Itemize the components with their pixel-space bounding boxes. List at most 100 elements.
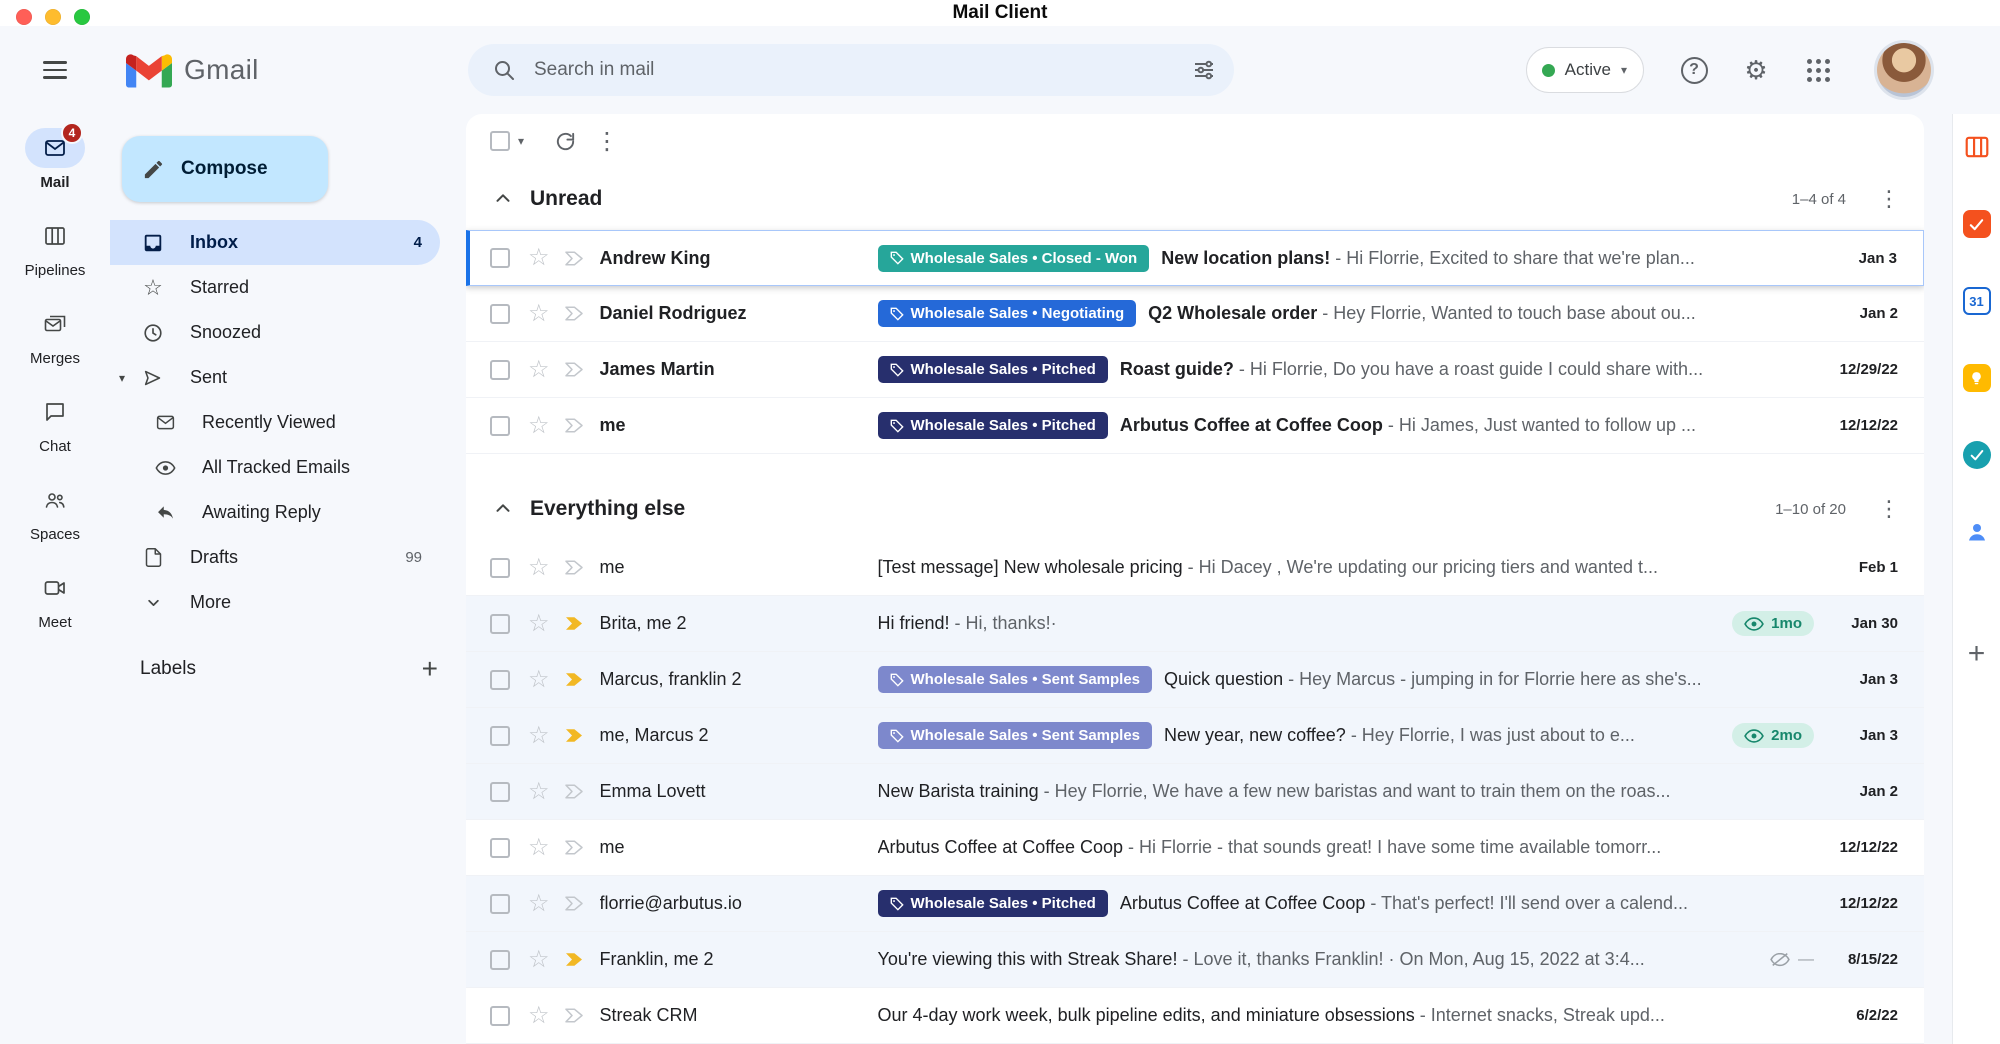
importance-marker-icon[interactable]: [564, 783, 584, 800]
pipeline-stage-badge[interactable]: Wholesale Sales • Sent Samples: [878, 666, 1153, 693]
rail-item-pipelines[interactable]: Pipelines: [25, 216, 86, 279]
tracking-status-dropdown[interactable]: Active ▾: [1526, 47, 1644, 93]
email-row[interactable]: ☆ Streak CRM Our 4-day work week, bulk p…: [466, 988, 1924, 1044]
star-icon[interactable]: ☆: [528, 612, 550, 636]
importance-marker-icon[interactable]: [564, 305, 584, 322]
search-bar[interactable]: [468, 44, 1234, 96]
importance-marker-icon[interactable]: [564, 1007, 584, 1024]
section-more-icon[interactable]: ⋮: [1876, 496, 1902, 522]
add-label-button[interactable]: +: [422, 655, 438, 683]
profile-avatar[interactable]: [1874, 40, 1934, 100]
compose-button[interactable]: Compose: [122, 136, 328, 202]
rail-item-meet[interactable]: Meet: [25, 568, 85, 631]
row-checkbox[interactable]: [490, 614, 510, 634]
search-icon[interactable]: [482, 48, 526, 92]
star-icon[interactable]: ☆: [528, 302, 550, 326]
star-icon[interactable]: ☆: [528, 246, 550, 270]
email-row[interactable]: ☆ Brita, me 2 Hi friend!- Hi, thanks!· 1…: [466, 596, 1924, 652]
importance-marker-icon[interactable]: [564, 671, 584, 688]
email-row[interactable]: ☆ florrie@arbutus.io Wholesale Sales • P…: [466, 876, 1924, 932]
sidebar-item-more[interactable]: More: [110, 580, 440, 625]
rail-item-mail[interactable]: 4 Mail: [25, 128, 85, 191]
star-icon[interactable]: ☆: [528, 556, 550, 580]
importance-marker-icon[interactable]: [564, 895, 584, 912]
select-dropdown-icon[interactable]: ▾: [518, 134, 524, 148]
sidebar-item-inbox[interactable]: Inbox 4: [110, 220, 440, 265]
calendar-icon[interactable]: 31: [1962, 286, 1992, 316]
star-icon[interactable]: ☆: [528, 724, 550, 748]
pipeline-stage-badge[interactable]: Wholesale Sales • Pitched: [878, 356, 1108, 383]
row-checkbox[interactable]: [490, 838, 510, 858]
streak-icon[interactable]: [1962, 132, 1992, 162]
row-checkbox[interactable]: [490, 894, 510, 914]
add-addon-icon[interactable]: +: [1962, 639, 1992, 669]
more-options-icon[interactable]: ⋮: [586, 120, 628, 162]
pipeline-stage-badge[interactable]: Wholesale Sales • Pitched: [878, 890, 1108, 917]
rail-item-chat[interactable]: Chat: [25, 392, 85, 455]
settings-gear-icon[interactable]: ⚙: [1734, 48, 1778, 92]
row-checkbox[interactable]: [490, 304, 510, 324]
pipeline-stage-badge[interactable]: Wholesale Sales • Sent Samples: [878, 722, 1153, 749]
importance-marker-icon[interactable]: [564, 839, 584, 856]
search-input[interactable]: [526, 59, 1182, 81]
importance-marker-icon[interactable]: [564, 417, 584, 434]
email-row[interactable]: ☆ me, Marcus 2 Wholesale Sales • Sent Sa…: [466, 708, 1924, 764]
email-row[interactable]: ☆ Andrew King Wholesale Sales • Closed -…: [466, 230, 1924, 286]
star-icon[interactable]: ☆: [528, 414, 550, 438]
row-checkbox[interactable]: [490, 360, 510, 380]
collapse-section-icon[interactable]: [492, 188, 514, 210]
row-checkbox[interactable]: [490, 782, 510, 802]
importance-marker-icon[interactable]: [564, 559, 584, 576]
row-checkbox[interactable]: [490, 950, 510, 970]
row-checkbox[interactable]: [490, 670, 510, 690]
tasks-icon[interactable]: [1962, 209, 1992, 239]
pipeline-stage-badge[interactable]: Wholesale Sales • Negotiating: [878, 300, 1137, 327]
keep-icon[interactable]: [1962, 363, 1992, 393]
pipeline-stage-badge[interactable]: Wholesale Sales • Pitched: [878, 412, 1108, 439]
email-row[interactable]: ☆ me Wholesale Sales • Pitched Arbutus C…: [466, 398, 1924, 454]
row-checkbox[interactable]: [490, 1006, 510, 1026]
importance-marker-icon[interactable]: [564, 361, 584, 378]
row-checkbox[interactable]: [490, 416, 510, 436]
search-filter-icon[interactable]: [1182, 48, 1226, 92]
email-row[interactable]: ☆ me [Test message] New wholesale pricin…: [466, 540, 1924, 596]
collapse-arrow-icon[interactable]: ▾: [119, 371, 125, 385]
refresh-icon[interactable]: [544, 120, 586, 162]
rail-item-spaces[interactable]: Spaces: [25, 480, 85, 543]
star-icon[interactable]: ☆: [528, 836, 550, 860]
importance-marker-icon[interactable]: [564, 727, 584, 744]
collapse-section-icon[interactable]: [492, 498, 514, 520]
email-row[interactable]: ☆ James Martin Wholesale Sales • Pitched…: [466, 342, 1924, 398]
contacts-icon[interactable]: [1962, 517, 1992, 547]
help-icon[interactable]: ?: [1672, 48, 1716, 92]
star-icon[interactable]: ☆: [528, 948, 550, 972]
star-icon[interactable]: ☆: [528, 892, 550, 916]
sidebar-item-sent[interactable]: ▾ Sent: [110, 355, 440, 400]
google-apps-grid-icon[interactable]: [1796, 48, 1840, 92]
email-row[interactable]: ☆ me Arbutus Coffee at Coffee Coop- Hi F…: [466, 820, 1924, 876]
email-row[interactable]: ☆ Emma Lovett New Barista training- Hey …: [466, 764, 1924, 820]
importance-marker-icon[interactable]: [564, 951, 584, 968]
select-all-checkbox[interactable]: [490, 131, 510, 151]
row-checkbox[interactable]: [490, 558, 510, 578]
star-icon[interactable]: ☆: [528, 1004, 550, 1028]
email-row[interactable]: ☆ Daniel Rodriguez Wholesale Sales • Neg…: [466, 286, 1924, 342]
importance-marker-icon[interactable]: [564, 615, 584, 632]
row-checkbox[interactable]: [490, 248, 510, 268]
email-row[interactable]: ☆ Franklin, me 2 You're viewing this wit…: [466, 932, 1924, 988]
star-icon[interactable]: ☆: [528, 780, 550, 804]
email-row[interactable]: ☆ Marcus, franklin 2 Wholesale Sales • S…: [466, 652, 1924, 708]
section-more-icon[interactable]: ⋮: [1876, 186, 1902, 212]
rail-item-merges[interactable]: Merges: [25, 304, 85, 367]
sidebar-item-starred[interactable]: ☆ Starred: [110, 265, 440, 310]
star-icon[interactable]: ☆: [528, 358, 550, 382]
sidebar-item-awaiting-reply[interactable]: Awaiting Reply: [110, 490, 440, 535]
sidebar-item-snoozed[interactable]: Snoozed: [110, 310, 440, 355]
pipeline-stage-badge[interactable]: Wholesale Sales • Closed - Won: [878, 245, 1150, 272]
sidebar-item-drafts[interactable]: Drafts 99: [110, 535, 440, 580]
sidebar-item-recently-viewed[interactable]: Recently Viewed: [110, 400, 440, 445]
sidebar-item-all-tracked-emails[interactable]: All Tracked Emails: [110, 445, 440, 490]
streak-check-icon[interactable]: [1962, 440, 1992, 470]
importance-marker-icon[interactable]: [564, 250, 584, 267]
main-menu-icon[interactable]: [31, 46, 79, 94]
